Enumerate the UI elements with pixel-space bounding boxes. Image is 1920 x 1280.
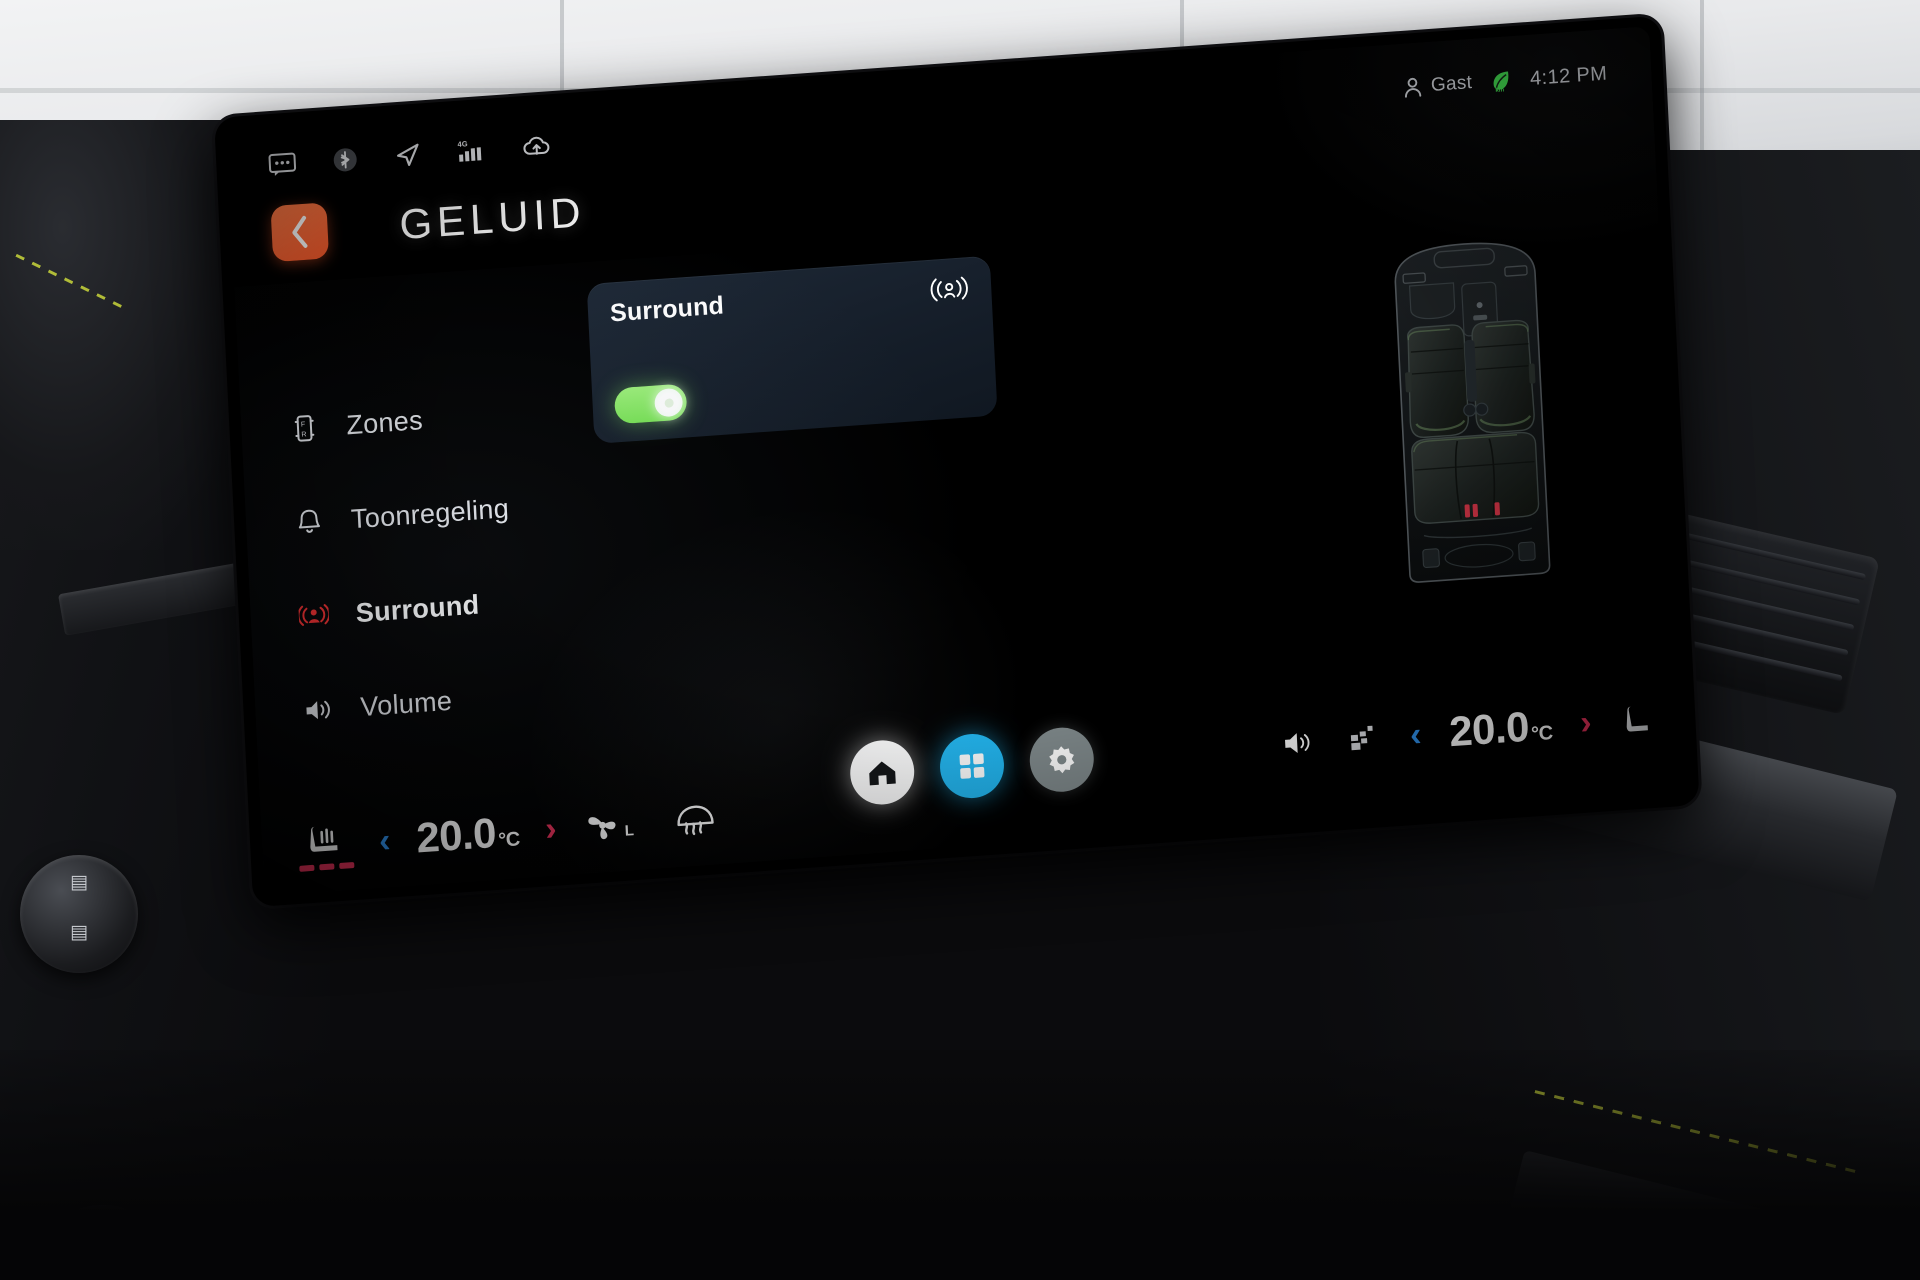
svg-text:F: F (301, 421, 306, 428)
bluetooth-icon[interactable] (332, 146, 359, 174)
infotainment-display: 4G Gast km 4:12 PM GELUID F R Zones Toon… (214, 15, 1700, 908)
zones-icon: F R (289, 411, 321, 445)
sidebar-item-zones[interactable]: F R Zones (289, 398, 505, 445)
surround-card-header: Surround (609, 273, 970, 328)
passenger-temp-value: 20.0 (1448, 702, 1530, 756)
defrost-rear-button[interactable] (1345, 721, 1383, 756)
sound-settings-nav: F R Zones Toonregeling Surround Volume (289, 398, 519, 727)
status-right-group: Gast km 4:12 PM (1403, 62, 1608, 100)
person-icon (1405, 77, 1422, 98)
messages-icon[interactable] (268, 151, 297, 177)
driver-climate-zone: ‹ 20.0 °C › L (297, 792, 718, 872)
dock (848, 725, 1096, 807)
surround-toggle[interactable] (613, 383, 688, 425)
page-title: GELUID (398, 188, 587, 249)
sidebar-item-toonregeling[interactable]: Toonregeling (293, 492, 510, 539)
passenger-temp-unit: °C (1530, 722, 1554, 746)
back-button[interactable] (270, 202, 330, 263)
heat-bar (299, 864, 315, 872)
knob-glyph-upper: ▤ (70, 872, 88, 893)
dashboard-lower-shadow (0, 1050, 1920, 1280)
clock: 4:12 PM (1529, 62, 1608, 90)
settings-button[interactable] (1028, 725, 1096, 794)
seat-heat-level-bars (299, 861, 355, 872)
eco-badge-icon: km (1490, 68, 1513, 94)
passenger-temperature[interactable]: 20.0 °C (1448, 701, 1553, 756)
surround-card: Surround (586, 255, 998, 444)
fan-speed-button[interactable]: L (582, 805, 635, 845)
driver-temp-increase[interactable]: › (544, 810, 557, 849)
signal-4g-icon[interactable]: 4G (457, 137, 486, 165)
heat-bar (339, 861, 355, 870)
svg-text:R: R (301, 431, 306, 438)
dash-knob-upper[interactable]: ▤ ▤ (20, 855, 138, 973)
fan-icon (588, 817, 616, 840)
gear-icon (1049, 746, 1075, 774)
driver-temp-decrease[interactable]: ‹ (378, 821, 391, 860)
passenger-temp-increase[interactable]: › (1579, 703, 1592, 742)
stitching-left (15, 253, 125, 310)
home-icon (869, 761, 896, 786)
sidebar-item-surround[interactable]: Surround (298, 586, 514, 633)
knob-glyph-lower: ▤ (70, 922, 88, 943)
sidebar-item-label: Surround (355, 588, 481, 628)
passenger-climate-zone: ‹ 20.0 °C › (1281, 694, 1654, 768)
surround-card-title: Surround (609, 290, 725, 327)
seat-heater-driver-button[interactable] (297, 818, 355, 872)
seat-heater-icon (309, 826, 338, 852)
heat-bar (319, 863, 335, 871)
defrost-front-button[interactable] (673, 800, 719, 837)
driver-temp-unit: °C (497, 828, 521, 852)
defrost-rear-icon (1350, 725, 1373, 751)
fan-speed-label: L (624, 822, 635, 840)
page-header: GELUID (270, 184, 587, 263)
cabin-seat-diagram (1364, 233, 1580, 587)
svg-text:4G: 4G (457, 139, 468, 149)
chevron-left-icon (292, 215, 308, 248)
defrost-front-icon (677, 805, 714, 836)
cloud-upload-icon[interactable] (521, 133, 552, 159)
driver-temp-value: 20.0 (415, 808, 498, 862)
surround-person-icon (929, 273, 970, 306)
apps-button[interactable] (938, 731, 1006, 801)
user-profile[interactable]: Gast (1404, 72, 1473, 99)
grid-icon (959, 753, 985, 779)
seat-icon (1626, 706, 1648, 732)
screen-surface: 4G Gast km 4:12 PM GELUID F R Zones Toon… (226, 26, 1688, 897)
volume-icon (1285, 733, 1310, 754)
bell-icon (293, 505, 325, 539)
passenger-temp-decrease[interactable]: ‹ (1409, 715, 1422, 754)
toggle-knob (653, 387, 684, 418)
svg-text:km: km (1495, 87, 1504, 93)
sidebar-item-volume[interactable]: Volume (303, 680, 519, 727)
sidebar-item-label: Toonregeling (350, 492, 510, 534)
navigation-icon[interactable] (393, 141, 422, 169)
home-button[interactable] (848, 738, 916, 807)
seat-heater-passenger-button[interactable] (1619, 701, 1655, 737)
status-left-icons: 4G (268, 132, 553, 178)
driver-temperature[interactable]: 20.0 °C (415, 807, 520, 862)
user-name: Gast (1430, 72, 1473, 96)
surround-icon (298, 599, 330, 633)
sidebar-item-label: Volume (359, 685, 453, 722)
speaker-icon (303, 693, 335, 727)
sidebar-item-label: Zones (345, 404, 424, 440)
volume-button[interactable] (1282, 727, 1319, 760)
